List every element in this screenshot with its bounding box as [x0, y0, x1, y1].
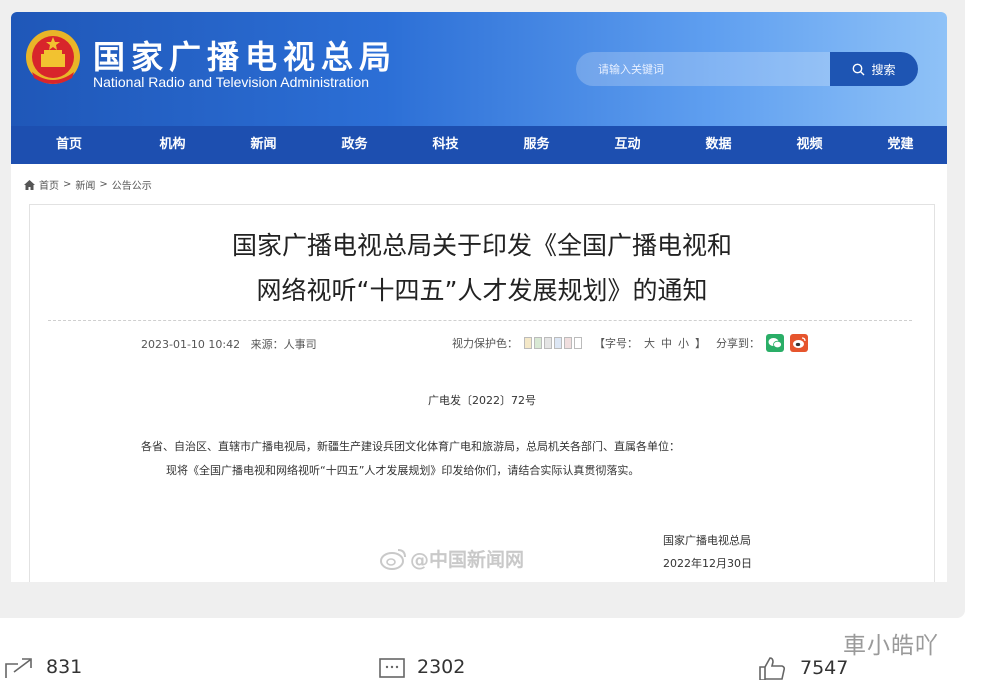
home-icon: [24, 179, 35, 190]
site-header: 国家广播电视总局 National Radio and Television A…: [11, 12, 947, 126]
eye-protect-label: 视力保护色：: [452, 337, 518, 350]
site-name-cn[interactable]: 国家广播电视总局: [93, 32, 397, 78]
weibo-watermark-icon: [380, 548, 406, 570]
share-label: 分享到：: [716, 337, 760, 350]
recipients-line: 各省、自治区、直辖市广播电视局，新疆生产建设兵团文化体育广电和旅游局，总局机关各…: [141, 440, 680, 453]
watermark-text: @中国新闻网: [410, 549, 525, 571]
nav-item-technology[interactable]: 科技: [400, 126, 491, 164]
comment-icon: [379, 658, 405, 678]
image-watermark: @中国新闻网: [380, 545, 524, 572]
color-swatch[interactable]: [544, 337, 552, 349]
comment-count: 2302: [417, 656, 466, 678]
breadcrumb: 首页 > 新闻 > 公告公示: [24, 177, 152, 192]
repost-icon: [5, 658, 32, 678]
nav-item-data[interactable]: 数据: [673, 126, 764, 164]
article-meta: 2023-01-10 10:42 来源：人事司: [141, 336, 317, 352]
nav-item-organization[interactable]: 机构: [127, 126, 218, 164]
font-size-label: 【字号：: [594, 337, 638, 350]
font-size-small[interactable]: 小: [678, 335, 689, 351]
search-button[interactable]: 搜索: [830, 52, 918, 86]
nav-item-government-affairs[interactable]: 政务: [309, 126, 400, 164]
title-divider: [48, 320, 912, 321]
nav-item-party-building[interactable]: 党建: [855, 126, 946, 164]
breadcrumb-announcements[interactable]: 公告公示: [112, 177, 152, 192]
embedded-screenshot[interactable]: 国家广播电视总局 National Radio and Television A…: [11, 12, 947, 582]
repost-stat[interactable]: 831: [4, 656, 82, 678]
search-button-label: 搜索: [871, 62, 896, 77]
breadcrumb-separator: >: [63, 179, 72, 190]
nav-item-interaction[interactable]: 互动: [582, 126, 673, 164]
article-tools: 视力保护色： 【字号： 大 中 小 】 分享到：: [452, 334, 808, 352]
color-swatch[interactable]: [554, 337, 562, 349]
breadcrumb-separator: >: [99, 179, 108, 190]
search-input[interactable]: [576, 52, 830, 86]
signature-block: 国家广播电视总局 2022年12月30日: [663, 529, 752, 575]
font-size-medium[interactable]: 中: [661, 335, 672, 351]
site-name-en: National Radio and Television Administra…: [93, 74, 370, 90]
breadcrumb-home[interactable]: 首页: [39, 177, 59, 192]
article-title: 国家广播电视总局关于印发《全国广播电视和 网络视听“十四五”人才发展规划》的通知: [30, 223, 934, 313]
article-source: 人事司: [283, 338, 317, 351]
search-icon: [853, 63, 865, 75]
color-swatch[interactable]: [564, 337, 572, 349]
national-emblem-icon: [26, 30, 80, 84]
body-paragraph: 现将《全国广播电视和网络视听“十四五”人才发展规划》印发给你们，请结合实际认真贯…: [166, 464, 640, 477]
comment-stat[interactable]: 2302: [379, 656, 465, 678]
weibo-icon[interactable]: [790, 334, 808, 352]
color-swatch[interactable]: [524, 337, 532, 349]
font-size-close: 】: [695, 337, 706, 350]
source-label: 来源：: [250, 338, 284, 351]
document-number: 广电发〔2022〕72号: [428, 394, 536, 407]
article-panel: 国家广播电视总局关于印发《全国广播电视和 网络视听“十四五”人才发展规划》的通知…: [29, 204, 935, 582]
nav-item-news[interactable]: 新闻: [218, 126, 309, 164]
breadcrumb-news[interactable]: 新闻: [75, 177, 95, 192]
like-count: 7547: [800, 657, 849, 679]
article-datetime: 2023-01-10 10:42: [141, 338, 241, 351]
main-nav: 首页 机构 新闻 政务 科技 服务 互动 数据 视频 党建: [11, 126, 947, 164]
repost-count: 831: [46, 656, 83, 678]
font-size-large[interactable]: 大: [644, 335, 655, 351]
author-watermark: 車小皓吖: [843, 633, 939, 659]
signature-org: 国家广播电视总局: [663, 534, 751, 547]
wechat-icon[interactable]: [766, 334, 784, 352]
article-title-line2: 网络视听“十四五”人才发展规划》的通知: [256, 276, 708, 305]
signature-date: 2022年12月30日: [663, 557, 752, 570]
article-title-line1: 国家广播电视总局关于印发《全国广播电视和: [231, 231, 732, 260]
color-swatch[interactable]: [534, 337, 542, 349]
color-swatch[interactable]: [574, 337, 582, 349]
search-box: 搜索: [576, 52, 918, 86]
nav-item-services[interactable]: 服务: [491, 126, 582, 164]
nav-item-video[interactable]: 视频: [764, 126, 855, 164]
eye-protect-swatches: [524, 337, 582, 349]
like-stat[interactable]: 7547: [758, 656, 848, 680]
nav-item-home[interactable]: 首页: [11, 126, 127, 164]
thumbs-up-icon: [759, 657, 786, 680]
